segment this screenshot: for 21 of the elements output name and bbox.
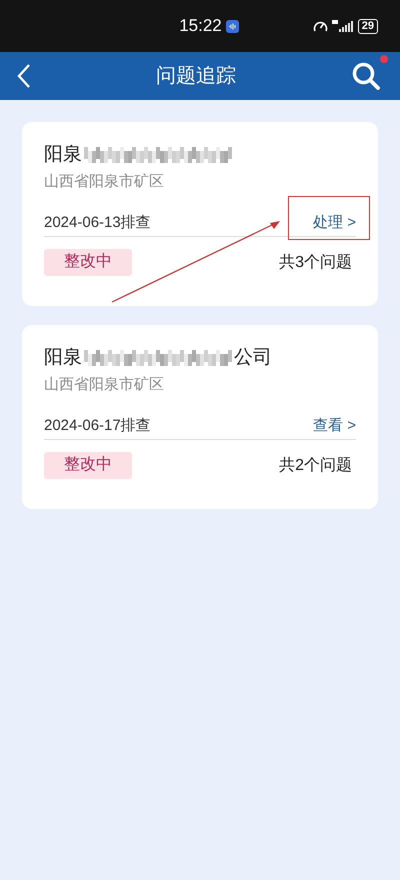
company-card[interactable]: 阳泉 公司 山西省阳泉市矿区 2024-06-17排查 查看 > 整改中 共2个问题 bbox=[22, 325, 378, 509]
speed-icon bbox=[312, 19, 328, 33]
action-link[interactable]: 查看 > bbox=[313, 414, 356, 437]
inspection-date: 2024-06-17排查 bbox=[44, 416, 151, 436]
company-name: 阳泉 bbox=[44, 142, 82, 167]
issue-count: 共3个问题 bbox=[279, 252, 352, 272]
company-address: 山西省阳泉市矿区 bbox=[44, 375, 165, 395]
company-card[interactable]: 阳泉 山西省阳泉市矿区 2024-06-13排查 处理 > 整改中 共3个问题 bbox=[22, 122, 378, 306]
action-link[interactable]: 处理 > bbox=[313, 212, 356, 234]
signal-icon bbox=[332, 19, 354, 33]
voice-app-icon bbox=[226, 20, 239, 32]
page-title: 问题追踪 bbox=[156, 64, 236, 89]
company-name-end: 公司 bbox=[234, 346, 272, 370]
inspection-date: 2024-06-13排查 bbox=[44, 212, 151, 232]
battery-level: 29 bbox=[362, 20, 374, 32]
company-name: 阳泉 bbox=[44, 346, 82, 370]
status-badge: 整改中 bbox=[44, 249, 132, 276]
status-time: 15:22 bbox=[179, 15, 222, 38]
status-badge: 整改中 bbox=[44, 452, 132, 479]
company-address: 山西省阳泉市矿区 bbox=[44, 172, 165, 192]
issue-count: 共2个问题 bbox=[279, 456, 352, 476]
